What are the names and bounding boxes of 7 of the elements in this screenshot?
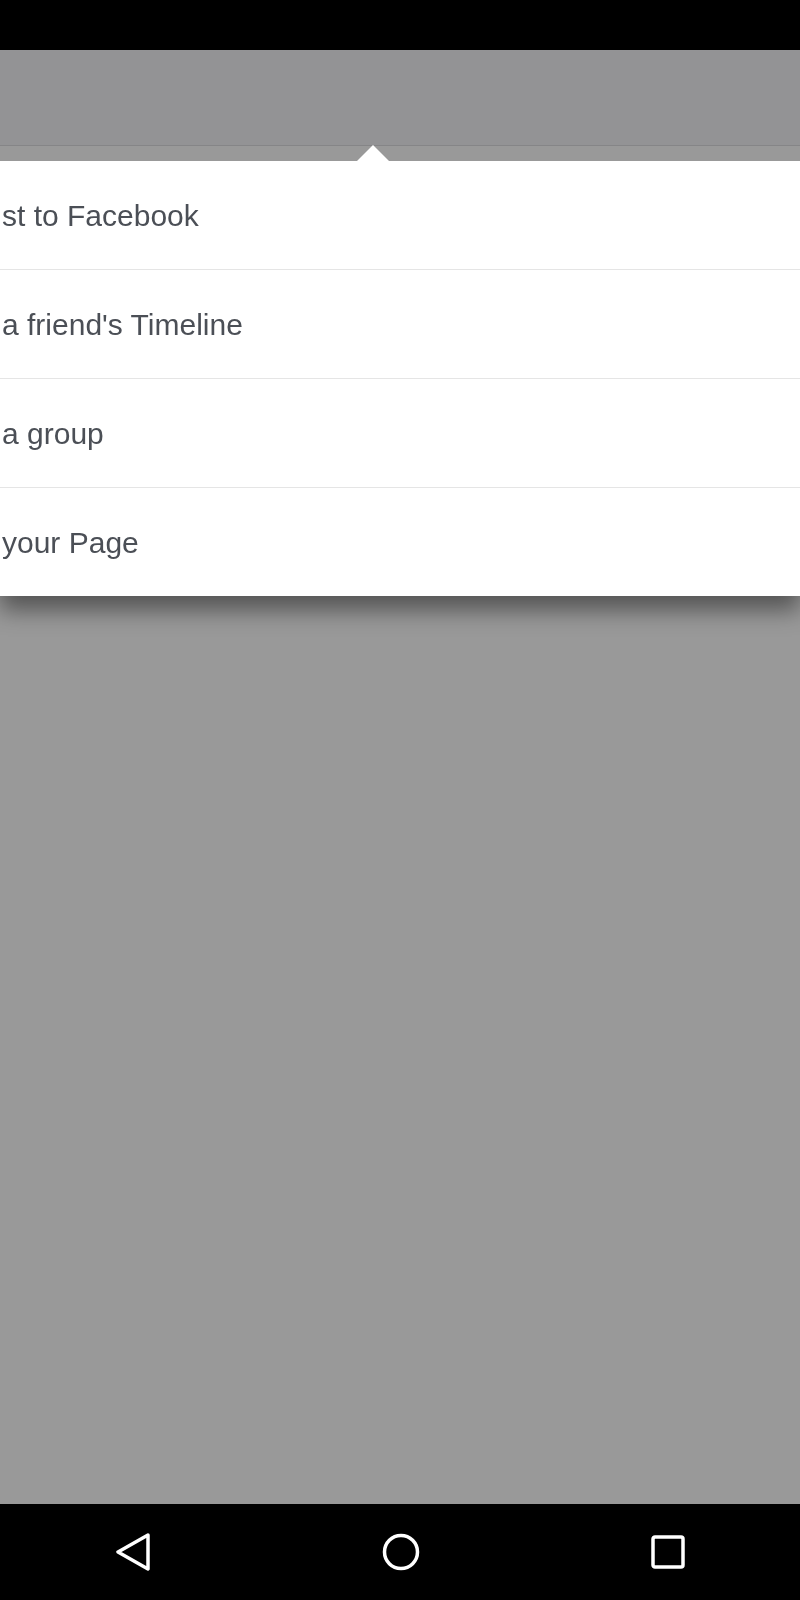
home-icon[interactable]: [382, 1533, 420, 1571]
menu-item[interactable]: a friend's Timeline: [0, 270, 800, 379]
menu-item[interactable]: st to Facebook: [0, 161, 800, 270]
back-icon[interactable]: [115, 1533, 152, 1571]
menu-item[interactable]: a group: [0, 379, 800, 488]
menu-item[interactable]: your Page: [0, 488, 800, 596]
recents-icon[interactable]: [650, 1535, 685, 1569]
